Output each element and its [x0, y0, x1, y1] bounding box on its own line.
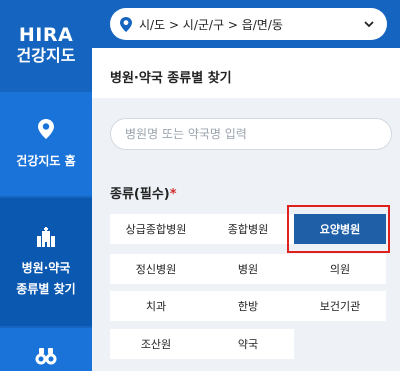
sidebar: HIRA 건강지도 건강지도 홈 병원·약국 종류별 찾기	[0, 0, 92, 371]
location-dropdown[interactable]: 시/도 > 시/군/구 > 읍/면/동	[110, 8, 387, 40]
kind-label: 종류(필수)*	[110, 183, 177, 202]
location-pin-icon	[120, 17, 134, 32]
logo-line1: HIRA	[18, 23, 74, 46]
category-button[interactable]: 정신병원	[110, 254, 202, 284]
section-header: 병원·약국 종류별 찾기	[92, 48, 400, 98]
category-button[interactable]: 보건기관	[294, 291, 386, 321]
main-panel: 시/도 > 시/군/구 > 읍/면/동 병원·약국 종류별 찾기 종류(필수)*…	[92, 0, 400, 371]
highlight-box	[287, 205, 390, 253]
category-button[interactable]: 상급종합병원	[110, 214, 202, 244]
category-button[interactable]: 종합병원	[202, 214, 294, 244]
kind-label-text: 종류(필수)	[110, 187, 170, 202]
location-dropdown-text: 시/도 > 시/군/구 > 읍/면/동	[139, 17, 283, 32]
sidebar-item-home[interactable]: 건강지도 홈	[0, 92, 92, 196]
sidebar-item-find-label: 병원·약국 종류별 찾기	[16, 258, 75, 300]
sidebar-item-find-by-type[interactable]: 병원·약국 종류별 찾기	[0, 198, 92, 326]
category-button[interactable]: 병원	[202, 254, 294, 284]
required-mark: *	[169, 187, 177, 202]
search-input[interactable]	[110, 118, 392, 150]
sidebar-item-find-label-line1: 병원·약국	[21, 261, 71, 275]
sidebar-item-search-map[interactable]	[0, 328, 92, 371]
hira-logo[interactable]: HIRA 건강지도	[0, 0, 92, 90]
category-button[interactable]: 치과	[110, 291, 202, 321]
logo-line2: 건강지도	[16, 45, 76, 65]
category-button[interactable]: 의원	[294, 254, 386, 284]
filter-area: 종류(필수)* 상급종합병원종합병원요양병원정신병원병원의원치과한방보건기관조산…	[92, 98, 400, 371]
chevron-down-icon	[363, 18, 375, 30]
sidebar-item-find-label-line2: 종류별 찾기	[16, 282, 76, 296]
location-pin-icon	[35, 118, 57, 140]
category-button[interactable]: 한방	[202, 291, 294, 321]
sidebar-item-home-label: 건강지도 홈	[16, 154, 76, 168]
hospital-building-icon	[35, 226, 57, 248]
top-bar: 시/도 > 시/군/구 > 읍/면/동	[92, 0, 400, 48]
page-title: 병원·약국 종류별 찾기	[110, 71, 232, 86]
category-button[interactable]: 조산원	[110, 329, 202, 359]
binoculars-icon	[35, 346, 57, 368]
category-button[interactable]: 약국	[202, 329, 294, 359]
